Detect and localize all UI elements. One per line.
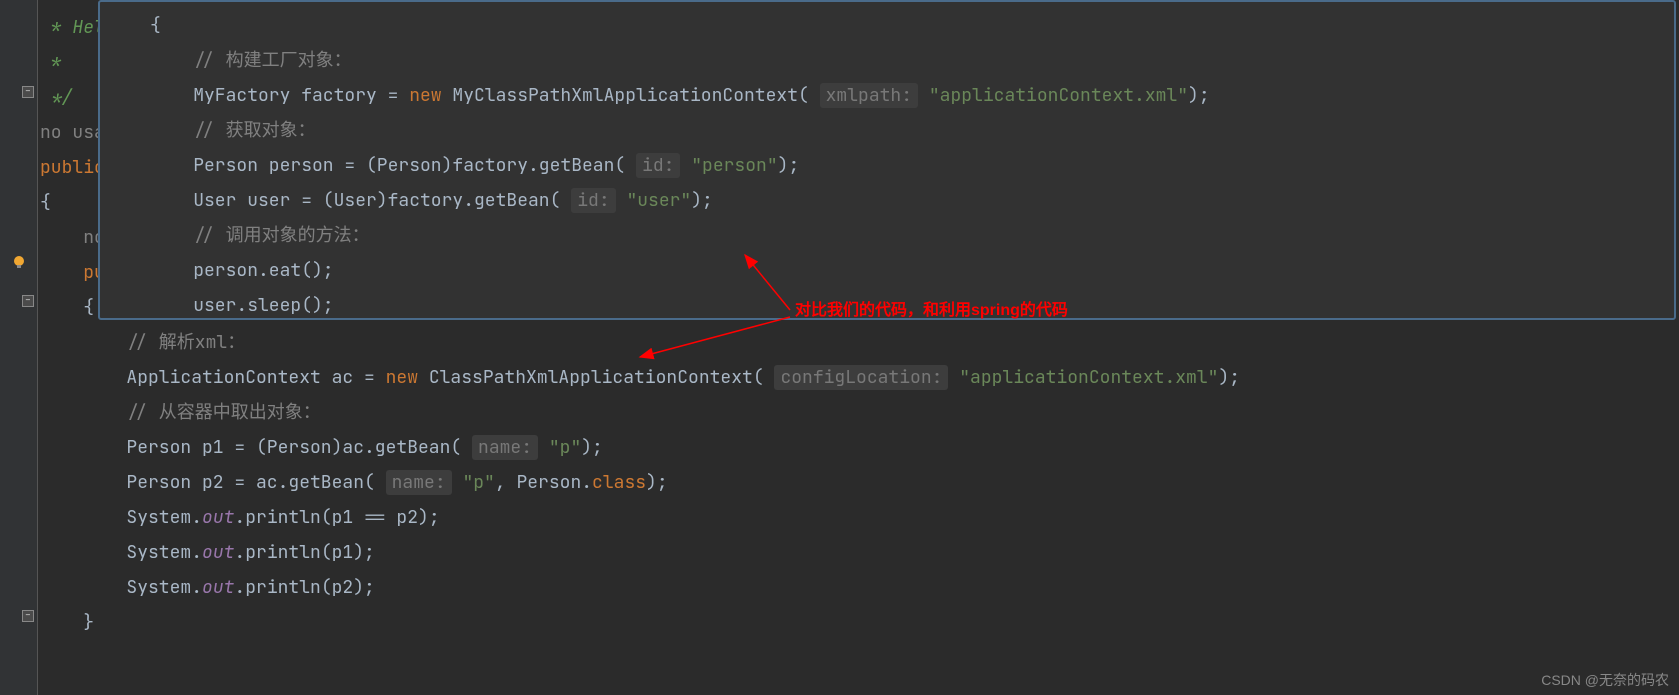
factory-declaration: MyFactory factory = new MyClassPathXmlAp…: [193, 83, 1209, 108]
keyword-public: public: [40, 156, 105, 179]
code-highlight-box: { // 构建工厂对象： MyFactory factory = new MyC…: [98, 0, 1676, 320]
brace: {: [150, 14, 161, 37]
brace: {: [40, 191, 51, 214]
p1-declaration: Person p1 = (Person)ac.getBean( name: "p…: [126, 435, 602, 460]
println-p1: System.out.println(p1);: [126, 541, 374, 564]
println-p2: System.out.println(p2);: [126, 576, 374, 599]
comment-parse-xml: // 解析xml：: [126, 331, 245, 354]
doc-comment-end: */: [40, 86, 72, 109]
doc-comment: * Hel: [40, 16, 105, 39]
doc-comment: *: [40, 51, 62, 74]
comment-call-method: // 调用对象的方法：: [193, 224, 369, 247]
brace-close: }: [83, 611, 94, 634]
p2-declaration: Person p2 = ac.getBean( name: "p", Perso…: [126, 470, 667, 495]
person-declaration: Person person = (Person)factory.getBean(…: [193, 153, 799, 178]
watermark: CSDN @无奈的码农: [1541, 670, 1669, 690]
user-declaration: User user = (User)factory.getBean( id: "…: [193, 188, 713, 213]
comment-build-factory: // 构建工厂对象：: [193, 49, 351, 72]
comment-get-object: // 获取对象：: [193, 119, 315, 142]
person-eat: person.eat();: [193, 259, 333, 282]
println-p1-eq-p2: System.out.println(p1 == p2);: [126, 506, 439, 529]
code-editor[interactable]: * Hel * */ no usag public { no pu { // 解…: [0, 0, 1679, 650]
user-sleep: user.sleep();: [193, 294, 333, 317]
ac-declaration: ApplicationContext ac = new ClassPathXml…: [126, 365, 1240, 390]
brace: {: [83, 296, 94, 319]
comment-get-container: // 从容器中取出对象：: [126, 401, 320, 424]
